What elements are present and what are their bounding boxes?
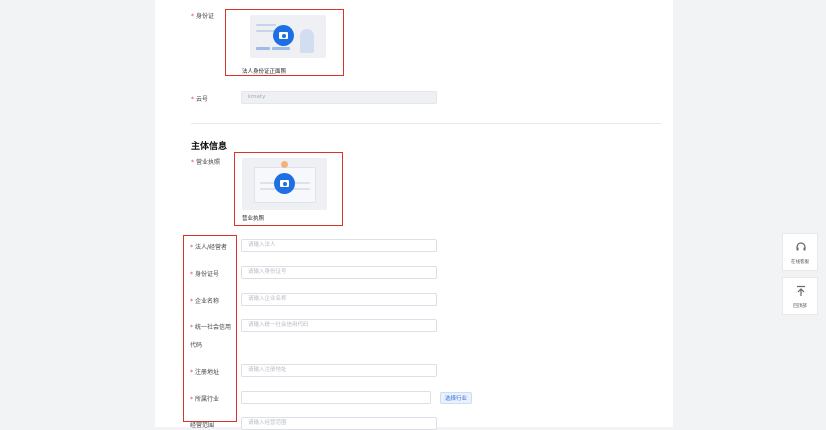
account-label-text: 云号 [196, 96, 209, 103]
id-card-caption: 法人身份证正面照 [242, 69, 287, 75]
required-mark: * [190, 271, 193, 278]
credit-code-label-line2: 代码 [190, 342, 203, 349]
license-art-line [294, 182, 310, 184]
section-title: 主体信息 [191, 142, 228, 152]
id-card-art-line [272, 47, 290, 50]
required-mark: * [191, 13, 194, 20]
license-caption: 营业执照 [242, 216, 265, 222]
company-name-input[interactable]: 请输入企业名称 [241, 293, 437, 306]
required-mark: * [190, 298, 193, 305]
camera-icon[interactable] [274, 173, 295, 194]
legal-person-input[interactable]: 请输入法人 [241, 239, 437, 252]
arrow-up-icon [797, 285, 805, 296]
required-mark: * [190, 324, 193, 331]
credit-code-label-text: 统一社会信用 [195, 324, 232, 331]
id-card-art-line [256, 47, 270, 50]
portrait-icon [300, 29, 314, 53]
required-mark: * [190, 396, 193, 403]
section-divider [191, 123, 661, 124]
id-card-label-text: 身份证 [196, 13, 215, 20]
industry-label: * 所属行业 [190, 394, 219, 403]
license-label-text: 营业执照 [196, 159, 221, 166]
id-number-input[interactable]: 请输入身份证号 [241, 266, 437, 279]
reg-address-label-text: 注册地址 [195, 369, 220, 376]
select-industry-button[interactable]: 选择行业 [440, 392, 473, 404]
back-to-top-button[interactable]: 回顶部 [782, 277, 818, 315]
id-number-label: * 身份证号 [190, 269, 219, 278]
account-input[interactable]: kmaty [241, 91, 437, 104]
legal-person-label-text: 法人/经营者 [195, 244, 228, 251]
required-mark: * [191, 159, 194, 166]
required-mark: * [190, 244, 193, 251]
license-label: * 营业执照 [191, 157, 220, 166]
id-card-label: * 身份证 [191, 11, 214, 20]
company-name-label-text: 企业名称 [195, 298, 220, 305]
back-to-top-label: 回顶部 [793, 304, 807, 309]
required-mark: * [191, 96, 194, 103]
business-scope-label: 经营范围 [190, 422, 215, 429]
id-card-art-line [256, 24, 276, 26]
headset-icon [796, 242, 806, 251]
emblem-icon [281, 161, 288, 168]
reg-address-label: * 注册地址 [190, 367, 219, 376]
account-label: * 云号 [191, 94, 208, 103]
id-number-label-text: 身份证号 [195, 271, 220, 278]
legal-person-label: * 法人/经营者 [190, 242, 227, 251]
company-name-label: * 企业名称 [190, 296, 219, 305]
camera-icon[interactable] [273, 25, 294, 46]
industry-label-text: 所属行业 [195, 396, 220, 403]
online-service-button[interactable]: 在线客服 [782, 233, 818, 271]
online-service-label: 在线客服 [791, 260, 809, 265]
business-scope-input[interactable]: 请输入经营范围 [241, 417, 437, 430]
credit-code-label: * 统一社会信用 [190, 322, 231, 331]
reg-address-input[interactable]: 请输入注册地址 [241, 364, 437, 377]
required-mark: * [190, 369, 193, 376]
credit-code-input[interactable]: 请输入统一社会信用代码 [241, 319, 437, 332]
industry-input[interactable] [241, 391, 431, 404]
